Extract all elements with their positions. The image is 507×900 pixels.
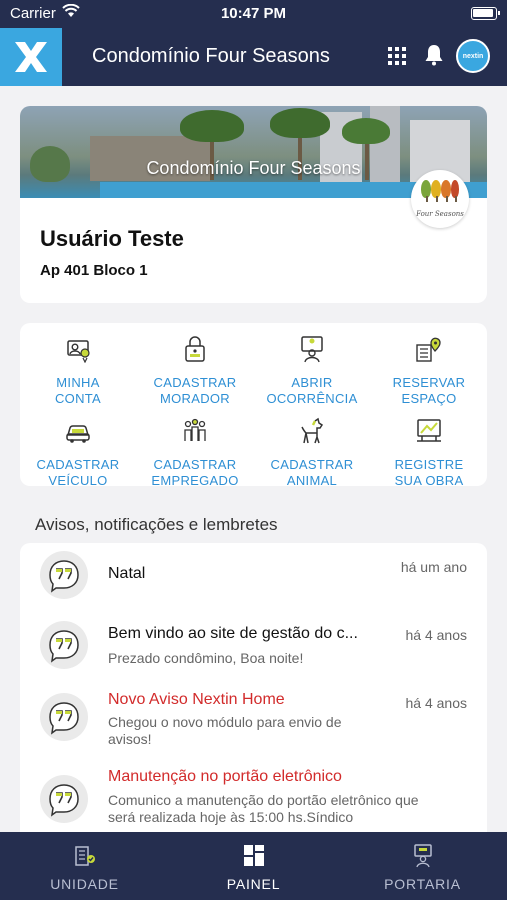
car-icon	[66, 425, 90, 443]
concierge-icon	[414, 844, 432, 868]
notice-item[interactable]: Novo Aviso Nextin Home há 4 anos Chegou …	[20, 681, 487, 761]
profile-card: Condomínio Four Seasons Four Seasons Usu…	[20, 106, 487, 303]
employees-icon	[184, 418, 206, 441]
quote-bubble-icon	[40, 775, 88, 823]
notice-item[interactable]: Manutenção no portão eletrônico Comunico…	[20, 759, 487, 843]
action-label-line1: CADASTRAR	[36, 457, 120, 472]
tab-unidade[interactable]: UNIDADE	[0, 832, 169, 900]
report-incident-icon	[301, 336, 323, 363]
construction-icon	[417, 419, 441, 442]
quote-bubble-icon	[40, 693, 88, 741]
banner-caption: Condomínio Four Seasons	[146, 158, 361, 178]
quote-bubble-icon	[40, 621, 88, 669]
logo-signature: Four Seasons	[416, 210, 464, 218]
action-label-line1: CADASTRAR	[153, 375, 237, 390]
notice-title: Bem vindo ao site de gestão do c...	[108, 625, 358, 642]
action-label-line1: ABRIR	[291, 375, 333, 390]
dashboard-icon	[244, 845, 264, 866]
tab-label: PAINEL	[226, 876, 281, 892]
notice-time: há 4 anos	[405, 695, 468, 711]
action-cadastrar-animal[interactable]: CADASTRAR ANIMAL	[254, 417, 370, 495]
page-title: Condomínio Four Seasons	[92, 45, 330, 67]
notice-time: há 4 anos	[405, 627, 468, 643]
action-abrir-ocorrencia[interactable]: ABRIR OCORRÊNCIA	[254, 335, 370, 413]
action-label-line1: MINHA	[56, 375, 100, 390]
battery-icon	[471, 7, 500, 20]
action-label-line2: ESPAÇO	[401, 391, 457, 406]
apps-grid-icon[interactable]	[388, 47, 406, 65]
tab-label: PORTARIA	[384, 876, 461, 892]
action-label-line2: SUA OBRA	[394, 473, 464, 488]
notice-title: Manutenção no portão eletrônico	[108, 768, 342, 785]
reserve-space-icon	[416, 337, 441, 362]
action-cadastrar-empregado[interactable]: CADASTRAR EMPREGADO	[137, 417, 253, 495]
notice-time: há um ano	[400, 559, 467, 575]
action-label-line1: RESERVAR	[392, 375, 466, 390]
notice-item[interactable]: Natal há um ano	[20, 543, 487, 607]
user-avatar[interactable]: nextin	[456, 39, 490, 73]
tab-portaria[interactable]: PORTARIA	[338, 832, 507, 900]
notice-body: Prezado condômino, Boa noite!	[108, 650, 304, 666]
action-label-line2: EMPREGADO	[151, 473, 239, 488]
action-reservar-espaco[interactable]: RESERVAR ESPAÇO	[371, 335, 487, 413]
quick-actions-grid: MINHA CONTA CADASTRAR MORADOR ABRIR OCORRÊN…	[20, 323, 487, 488]
clock: 10:47 PM	[220, 5, 287, 22]
app-logo-icon[interactable]	[0, 28, 62, 86]
action-cadastrar-morador[interactable]: CADASTRAR MORADOR	[137, 335, 253, 413]
avatar-text: nextin	[462, 52, 484, 60]
top-navbar: Condomínio Four Seasons nextin	[0, 28, 507, 86]
notice-title: Novo Aviso Nextin Home	[108, 691, 285, 708]
notice-item[interactable]: Bem vindo ao site de gestão do c... há 4…	[20, 609, 487, 679]
register-resident-icon	[185, 336, 205, 362]
user-account-icon	[67, 340, 90, 363]
tab-label: UNIDADE	[50, 876, 119, 892]
action-label-line1: REGISTRE	[394, 457, 464, 472]
user-name: Usuário Teste	[40, 226, 184, 251]
action-label-line2: VEÍCULO	[48, 473, 108, 488]
action-label-line2: ANIMAL	[286, 473, 338, 488]
user-apartment: Ap 401 Bloco 1	[40, 262, 148, 279]
notice-title: Natal	[108, 565, 146, 582]
action-registre-sua-obra[interactable]: REGISTRE SUA OBRA	[371, 417, 487, 495]
action-label-line2: MORADOR	[160, 391, 230, 406]
status-bar: Carrier 10:47 PM	[0, 0, 507, 28]
notice-body: Comunico a manutenção do portão eletrôni…	[108, 792, 419, 825]
notifications-bell-icon[interactable]	[424, 44, 444, 71]
bottom-tab-bar: UNIDADE PAINEL PORTARIA	[0, 832, 507, 900]
four-seasons-logo: Four Seasons	[411, 170, 469, 228]
notice-body: Chegou o novo módulo para envio de aviso…	[108, 714, 342, 747]
notices-list: Natal há um ano Bem vindo ao site de ges…	[20, 543, 487, 843]
dog-icon	[301, 417, 324, 444]
action-minha-conta[interactable]: MINHA CONTA	[20, 335, 136, 413]
tab-painel[interactable]: PAINEL	[169, 832, 338, 900]
quote-bubble-icon	[40, 551, 88, 599]
action-label-line1: CADASTRAR	[153, 457, 237, 472]
unit-icon	[75, 846, 95, 866]
notices-section-title: Avisos, notificações e lembretes	[35, 515, 278, 534]
action-cadastrar-veiculo[interactable]: CADASTRAR VEÍCULO	[20, 417, 136, 495]
action-label-line1: CADASTRAR	[270, 457, 354, 472]
action-label-line2: OCORRÊNCIA	[266, 391, 358, 406]
action-label-line2: CONTA	[54, 391, 102, 406]
